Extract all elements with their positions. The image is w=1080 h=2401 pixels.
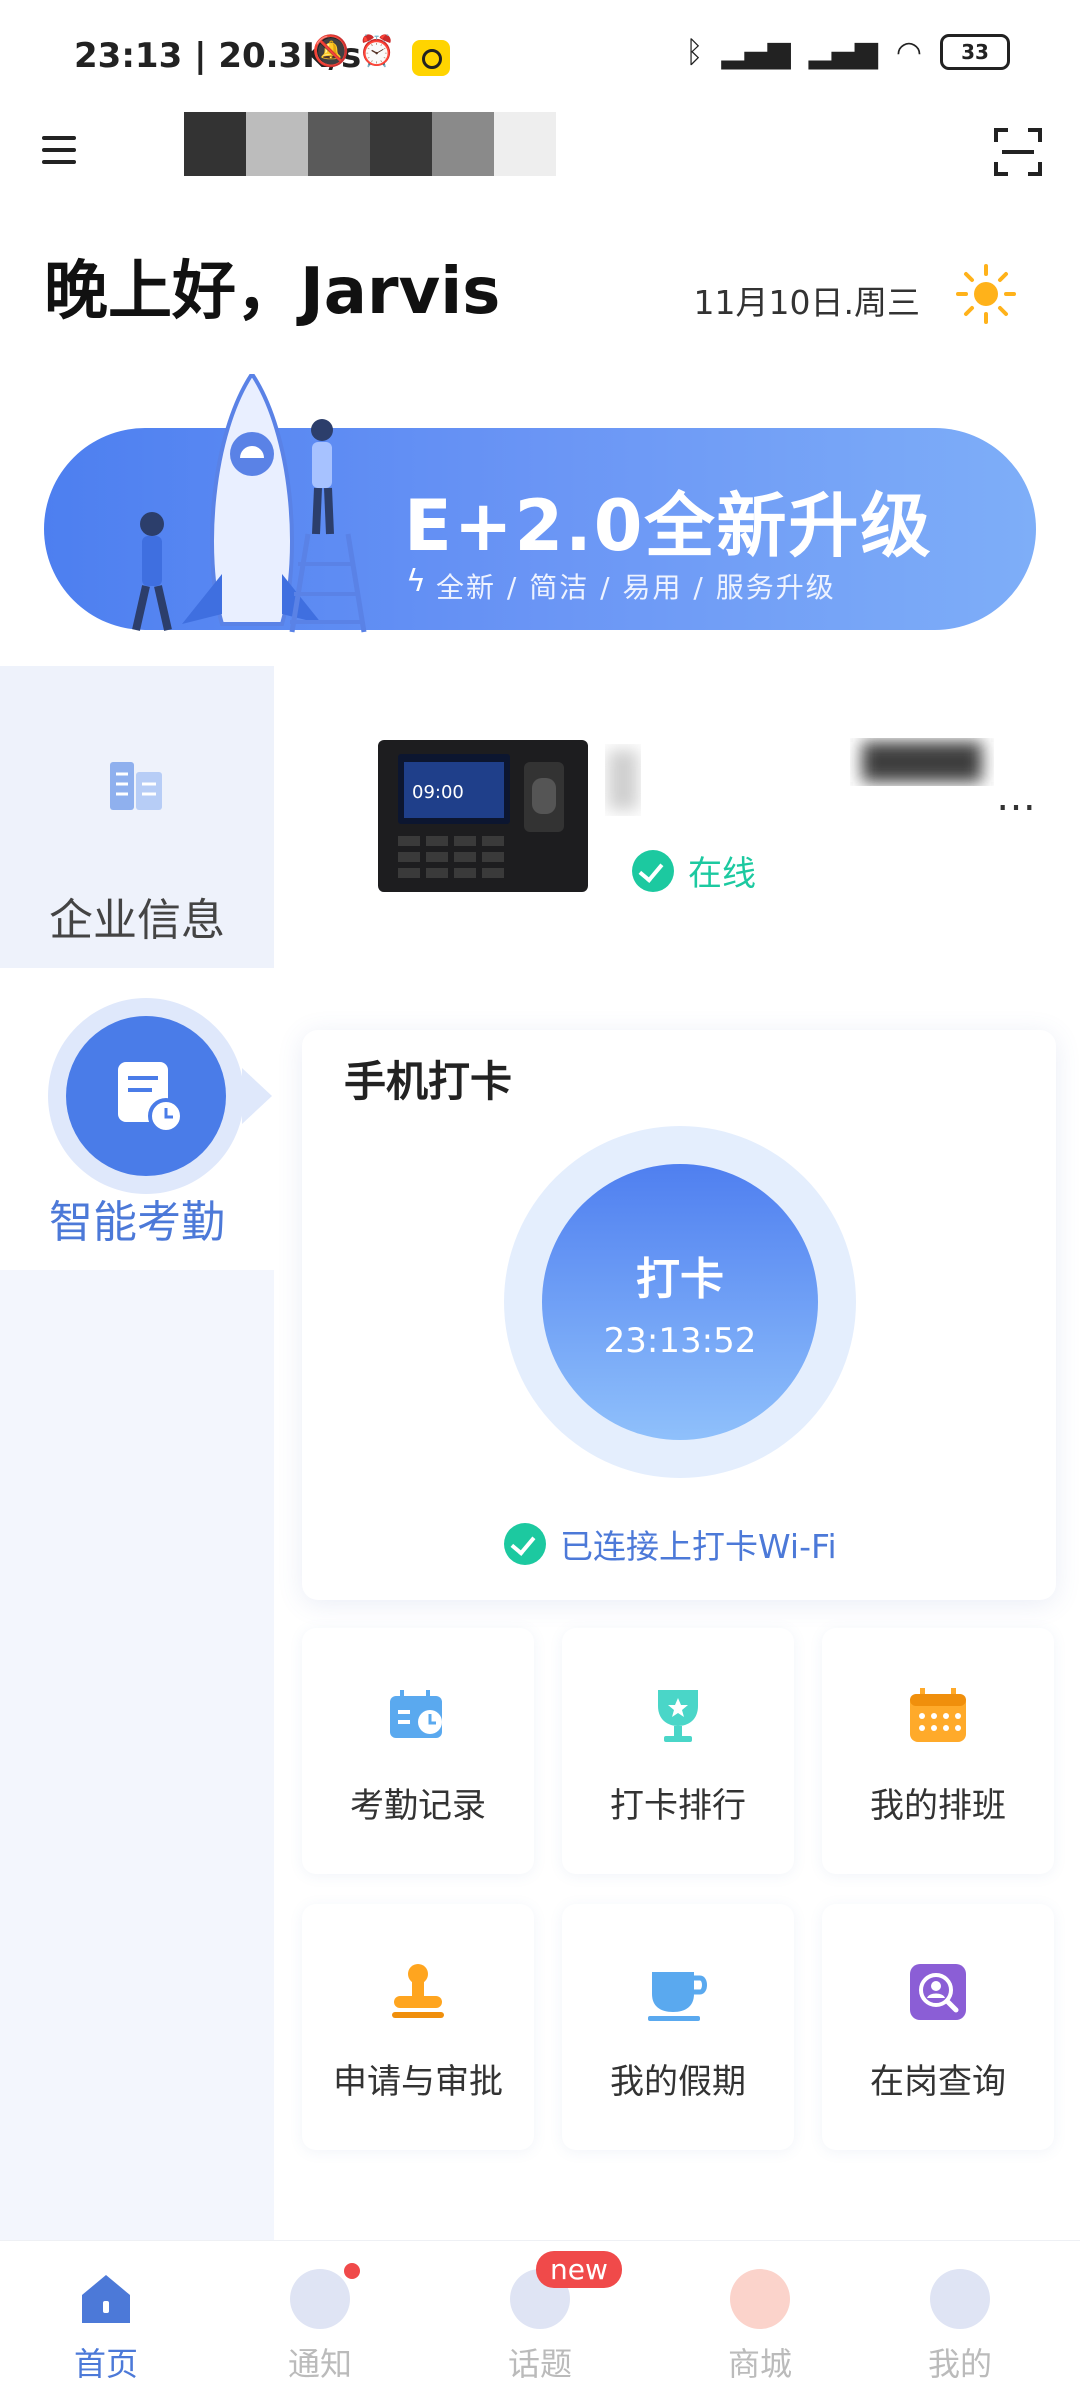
punch-button-label: 打卡: [636, 1254, 724, 1305]
feature-label: 申请与审批: [333, 2062, 503, 2102]
punch-card-title: 手机打卡: [344, 1057, 513, 1106]
calendar-clock-icon: [386, 1684, 450, 1748]
alarm-icon: ⏰: [358, 34, 396, 69]
mobile-punch-card: 手机打卡 打卡 23:13:52 已连接上打卡Wi-Fi: [302, 1030, 1056, 1600]
sidebar-item-company-info[interactable]: 企业信息: [0, 666, 274, 968]
feature-apply-approve[interactable]: 申请与审批: [302, 1904, 534, 2150]
feature-label: 我的假期: [610, 2062, 746, 2102]
company-name-redacted[interactable]: [184, 112, 556, 176]
menu-icon[interactable]: [42, 136, 76, 174]
device-name-redacted[interactable]: [602, 730, 1042, 820]
feature-label: 打卡排行: [610, 1786, 746, 1826]
greeting-title: 晚上好，Jarvis: [44, 255, 501, 329]
shopping-bag-icon: [730, 2269, 790, 2329]
calendar-grid-icon: [906, 1684, 970, 1748]
device-screen-time: 09:00: [412, 782, 464, 803]
punch-button[interactable]: 打卡 23:13:52: [542, 1164, 818, 1440]
app-notification-icon: [412, 40, 450, 76]
feature-my-schedule[interactable]: 我的排班: [822, 1628, 1054, 1874]
feature-my-vacation[interactable]: 我的假期: [562, 1904, 794, 2150]
feature-punch-ranking[interactable]: 打卡排行: [562, 1628, 794, 1874]
check-icon: [504, 1523, 546, 1565]
person-search-icon: [906, 1960, 970, 2024]
mute-icon: 🔕: [312, 34, 350, 69]
notification-dot: [344, 2263, 360, 2279]
punch-time: 23:13:52: [603, 1321, 757, 1361]
home-icon: [76, 2269, 136, 2329]
stamp-icon: [386, 1960, 450, 2024]
nav-item-mine[interactable]: 我的: [880, 2269, 1040, 2385]
bottom-nav: 首页 通知 话题 new 商城 我的: [0, 2240, 1080, 2401]
sidebar-item-smart-attendance[interactable]: 智能考勤: [0, 968, 274, 1270]
check-icon: [632, 849, 674, 892]
bluetooth-icon: ᛒ: [685, 34, 704, 70]
feature-label: 我的排班: [870, 1786, 1006, 1826]
more-icon[interactable]: …: [996, 774, 1036, 820]
nav-item-mall[interactable]: 商城: [680, 2269, 840, 2385]
chat-bubble-icon: [290, 2269, 350, 2329]
wifi-icon: ◠: [895, 34, 922, 70]
nav-label: 通知: [287, 2345, 352, 2383]
cup-icon: [646, 1960, 710, 2024]
nav-label: 首页: [73, 2345, 138, 2383]
wifi-connection-status: 已连接上打卡Wi-Fi: [504, 1520, 837, 1568]
feature-label: 考勤记录: [350, 1786, 486, 1826]
online-label: 在线: [688, 854, 756, 894]
nav-label: 我的: [927, 2345, 992, 2383]
feature-attendance-record[interactable]: 考勤记录: [302, 1628, 534, 1874]
battery-indicator: 33: [940, 34, 1010, 70]
smile-icon: [930, 2269, 990, 2329]
scan-icon[interactable]: [994, 128, 1042, 176]
date-label: 11月10日.周三: [693, 283, 920, 322]
nav-label: 商城: [727, 2345, 792, 2383]
signal-icon: ▂▄▆: [721, 34, 791, 70]
nav-label: 话题: [507, 2345, 572, 2383]
sidebar-item-label: 智能考勤: [49, 1197, 225, 1248]
nav-item-home[interactable]: 首页: [26, 2269, 186, 2385]
rocket-illustration: [112, 370, 392, 634]
trophy-icon: [646, 1684, 710, 1748]
attendance-device-image[interactable]: 09:00: [378, 740, 588, 892]
banner-subtitle: 全新 / 简洁 / 易用 / 服务升级: [436, 571, 836, 604]
building-icon: [106, 756, 166, 812]
bolt-icon: ϟ: [406, 564, 426, 599]
nav-item-notifications[interactable]: 通知: [240, 2269, 400, 2385]
status-bar: 23:13 | 20.3K/s 🔕 ⏰ ᛒ ▂▄▆ ▂▄▆ ◠ 33: [0, 0, 1080, 110]
feature-label: 在岗查询: [870, 2062, 1006, 2102]
device-online-status: 在线: [632, 846, 756, 895]
wifi-status-label: 已连接上打卡Wi-Fi: [560, 1527, 837, 1566]
sidebar-item-label: 企业信息: [49, 895, 225, 946]
feature-on-duty-query[interactable]: 在岗查询: [822, 1904, 1054, 2150]
banner-title: E+2.0全新升级: [404, 485, 933, 567]
signal-icon-2: ▂▄▆: [808, 34, 878, 70]
new-badge: new: [536, 2251, 622, 2288]
sun-icon: [954, 262, 1018, 326]
attendance-icon: [66, 1016, 226, 1176]
